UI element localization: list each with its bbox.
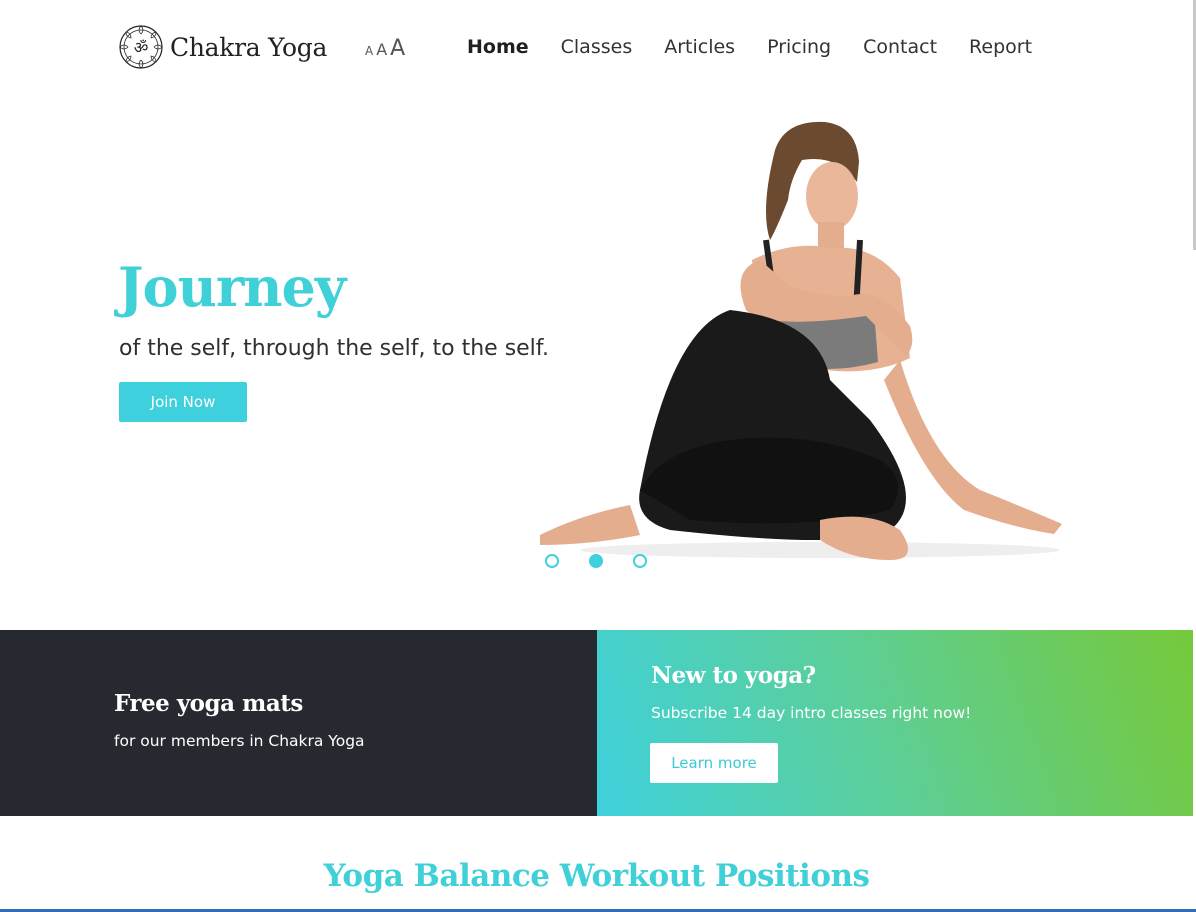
nav-item-articles[interactable]: Articles bbox=[664, 36, 735, 58]
font-size-control: A A A bbox=[365, 36, 405, 61]
promo-free-mats-text: for our members in Chakra Yoga bbox=[114, 732, 365, 750]
slider-dot-1[interactable] bbox=[545, 554, 559, 568]
slider-dot-3[interactable] bbox=[633, 554, 647, 568]
slider-dots bbox=[545, 554, 647, 568]
om-icon: ॐ bbox=[119, 25, 163, 69]
nav-item-contact[interactable]: Contact bbox=[863, 36, 937, 58]
nav-item-classes[interactable]: Classes bbox=[561, 36, 633, 58]
slider-dot-2[interactable] bbox=[589, 554, 603, 568]
learn-more-button[interactable]: Learn more bbox=[650, 743, 778, 783]
font-size-large-button[interactable]: A bbox=[390, 36, 405, 61]
promo-free-mats: Free yoga mats for our members in Chakra… bbox=[0, 630, 597, 816]
nav-item-report[interactable]: Report bbox=[969, 36, 1032, 58]
main-nav: Home Classes Articles Pricing Contact Re… bbox=[467, 36, 1032, 58]
hero-yoga-image bbox=[540, 121, 1062, 560]
section-title: Yoga Balance Workout Positions bbox=[323, 858, 871, 894]
join-now-button[interactable]: Join Now bbox=[119, 382, 247, 422]
hero-subtitle: of the self, through the self, to the se… bbox=[119, 336, 549, 361]
promo-new-to-yoga: New to yoga? Subscribe 14 day intro clas… bbox=[597, 630, 1193, 816]
brand-name: Chakra Yoga bbox=[170, 32, 328, 62]
promo-free-mats-title: Free yoga mats bbox=[114, 690, 303, 717]
promo-new-to-yoga-text: Subscribe 14 day intro classes right now… bbox=[651, 704, 972, 722]
promo-band: Free yoga mats for our members in Chakra… bbox=[0, 630, 1193, 816]
font-size-small-button[interactable]: A bbox=[365, 44, 373, 58]
site-header: ॐ Chakra Yoga A A A Home Classes Article… bbox=[0, 0, 1196, 100]
nav-item-pricing[interactable]: Pricing bbox=[767, 36, 831, 58]
nav-item-home[interactable]: Home bbox=[467, 36, 529, 58]
font-size-medium-button[interactable]: A bbox=[376, 40, 387, 59]
site-logo[interactable]: ॐ Chakra Yoga bbox=[118, 24, 327, 70]
hero-title: Journey bbox=[118, 255, 346, 319]
promo-new-to-yoga-title: New to yoga? bbox=[651, 662, 816, 689]
svg-text:ॐ: ॐ bbox=[134, 38, 149, 57]
